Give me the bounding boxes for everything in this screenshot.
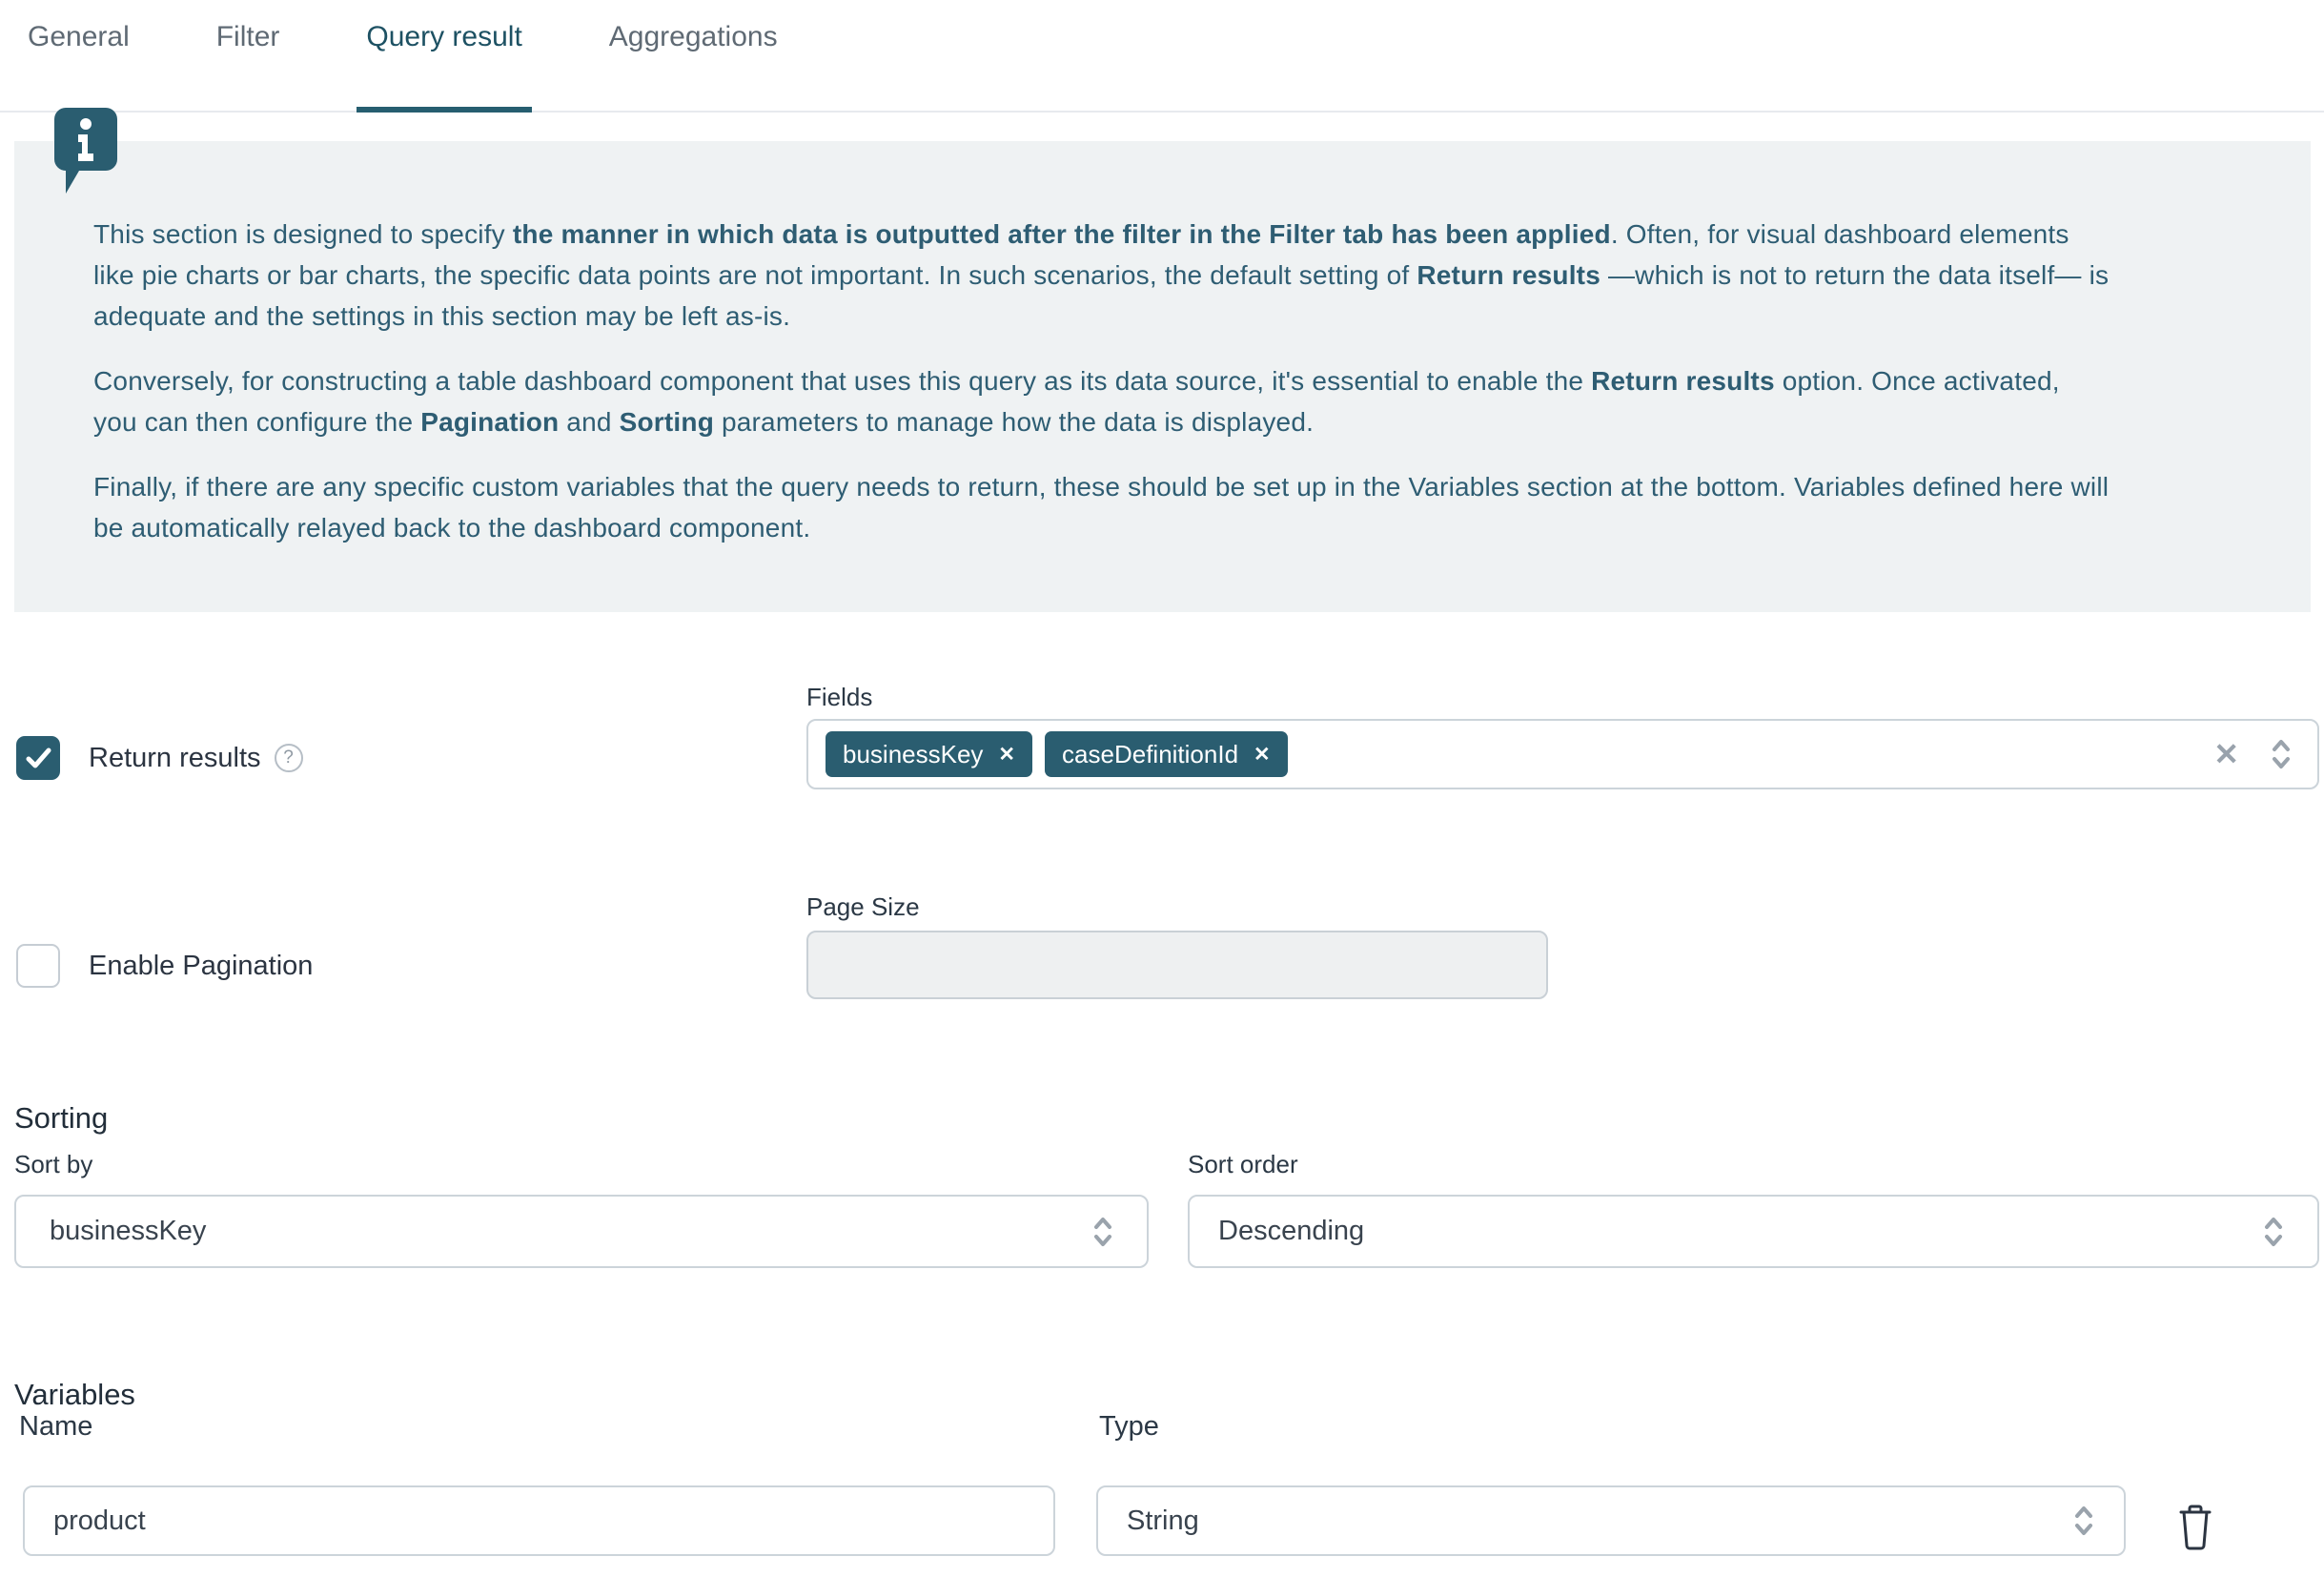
page-size-label: Page Size bbox=[806, 892, 920, 922]
enable-pagination-label: Enable Pagination bbox=[89, 951, 313, 982]
fields-multiselect[interactable]: businessKey ✕ caseDefinitionId ✕ ✕ bbox=[806, 719, 2319, 789]
chevron-updown-icon bbox=[1090, 1214, 1116, 1250]
variable-type-label: Type bbox=[1099, 1411, 1159, 1443]
return-results-label: Return results bbox=[89, 743, 261, 774]
query-editor-panel: General Filter Query result Aggregations… bbox=[0, 0, 2324, 1577]
tab-bar: General Filter Query result Aggregations bbox=[0, 0, 2324, 113]
page-size-input[interactable] bbox=[806, 931, 1548, 999]
fields-tag-label: caseDefinitionId bbox=[1062, 740, 1238, 769]
sorting-heading: Sorting bbox=[14, 1101, 108, 1136]
delete-variable-button[interactable] bbox=[2174, 1504, 2220, 1553]
enable-pagination-checkbox[interactable] bbox=[16, 944, 60, 988]
sort-order-label: Sort order bbox=[1188, 1150, 1298, 1179]
variable-name-value: product bbox=[53, 1505, 146, 1537]
enable-pagination-row: Enable Pagination bbox=[16, 944, 313, 988]
info-paragraph-2: Conversely, for constructing a table das… bbox=[93, 360, 2110, 442]
info-paragraph-3: Finally, if there are any specific custo… bbox=[93, 466, 2110, 548]
info-bubble-icon bbox=[54, 108, 117, 199]
tab-general[interactable]: General bbox=[18, 0, 139, 113]
sort-by-label: Sort by bbox=[14, 1150, 92, 1179]
chevron-updown-icon bbox=[2268, 736, 2294, 772]
fields-tag: caseDefinitionId ✕ bbox=[1045, 731, 1288, 777]
info-paragraph-1: This section is designed to specify the … bbox=[93, 214, 2110, 337]
fields-tag-label: businessKey bbox=[843, 740, 983, 769]
variables-heading: Variables bbox=[14, 1378, 135, 1412]
tab-filter[interactable]: Filter bbox=[207, 0, 290, 113]
checkmark-icon bbox=[22, 742, 54, 774]
chevron-updown-icon bbox=[2260, 1214, 2287, 1250]
sort-by-value: businessKey bbox=[50, 1216, 206, 1247]
return-results-row: Return results ? bbox=[16, 736, 303, 780]
help-icon[interactable]: ? bbox=[275, 744, 303, 772]
variable-name-input[interactable]: product bbox=[23, 1485, 1055, 1556]
variable-type-select[interactable]: String bbox=[1096, 1485, 2126, 1556]
tab-aggregations[interactable]: Aggregations bbox=[600, 0, 787, 113]
sort-order-value: Descending bbox=[1218, 1216, 1364, 1247]
return-results-checkbox[interactable] bbox=[16, 736, 60, 780]
fields-label: Fields bbox=[806, 683, 872, 712]
remove-tag-icon[interactable]: ✕ bbox=[1254, 743, 1271, 767]
variable-type-value: String bbox=[1127, 1505, 1199, 1537]
info-callout: This section is designed to specify the … bbox=[14, 141, 2311, 612]
fields-tag: businessKey ✕ bbox=[826, 731, 1032, 777]
remove-tag-icon[interactable]: ✕ bbox=[998, 743, 1015, 767]
tab-query-result[interactable]: Query result bbox=[357, 0, 531, 113]
sort-order-select[interactable]: Descending bbox=[1188, 1195, 2319, 1268]
sort-by-select[interactable]: businessKey bbox=[14, 1195, 1149, 1268]
variable-name-label: Name bbox=[19, 1411, 92, 1443]
trash-icon bbox=[2174, 1504, 2220, 1553]
clear-fields-icon[interactable]: ✕ bbox=[2213, 736, 2239, 772]
chevron-updown-icon bbox=[2070, 1503, 2097, 1539]
